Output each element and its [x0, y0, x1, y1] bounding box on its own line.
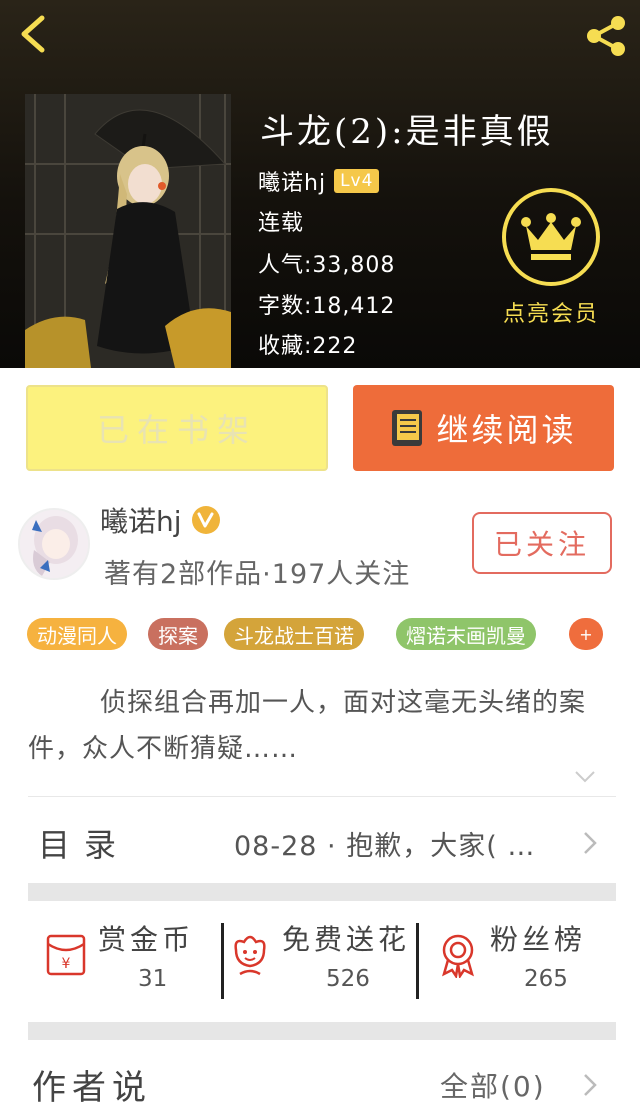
stat-separator	[221, 923, 224, 999]
tag-item[interactable]: 探案	[148, 618, 208, 650]
reward-coins-button[interactable]: ¥ 赏金币 31	[42, 918, 212, 1008]
book-header: 斗龙(2):是非真假 曦诺hj Lv4 连载 人气:33,808 字数:18,4…	[0, 0, 640, 368]
author-name[interactable]: 曦诺hj	[100, 500, 222, 540]
book-author[interactable]: 曦诺hj Lv4	[258, 165, 380, 197]
continue-reading-label: 继续阅读	[436, 411, 577, 449]
chevron-right-icon[interactable]	[582, 830, 598, 856]
more-tags-button[interactable]: +	[569, 618, 603, 650]
book-popularity: 人气:33,808	[258, 253, 396, 278]
latest-chapter[interactable]: 08-28 · 抱歉，大家( …	[234, 824, 535, 863]
book-description: 侦探组合再加一人，面对这毫无头绪的案件，众人不断猜疑……	[28, 680, 618, 772]
red-envelope-icon: ¥	[46, 934, 86, 976]
vip-label: 点亮会员	[502, 302, 599, 327]
author-say-label: 作者说	[32, 1068, 152, 1106]
book-word-count: 字数:18,412	[258, 294, 396, 319]
on-shelf-button[interactable]: 已在书架	[26, 385, 328, 471]
stat-separator	[416, 923, 419, 999]
stat-value: 31	[138, 966, 168, 992]
book-cover-image[interactable]	[25, 94, 231, 368]
author-level-badge: Lv4	[334, 169, 380, 193]
back-arrow-icon[interactable]	[14, 12, 58, 56]
crown-icon	[502, 188, 600, 286]
book-favorites: 收藏:222	[258, 334, 358, 359]
book-author-name: 曦诺hj	[258, 171, 327, 196]
flower-icon	[234, 935, 266, 976]
stat-label: 赏金币	[98, 923, 195, 956]
author-name-text: 曦诺hj	[100, 505, 182, 538]
author-info: 著有2部作品·197人关注	[104, 559, 411, 590]
stat-label: 粉丝榜	[490, 923, 587, 956]
book-icon	[392, 410, 423, 446]
book-status: 连载	[258, 211, 305, 236]
send-flowers-button[interactable]: 免费送花 526	[226, 918, 416, 1008]
stat-label: 免费送花	[282, 923, 411, 956]
divider	[28, 796, 616, 797]
book-title: 斗龙(2):是非真假	[260, 112, 554, 152]
toc-label[interactable]: 目录	[38, 820, 130, 866]
expand-chevron-icon[interactable]	[574, 770, 596, 784]
author-avatar[interactable]	[18, 508, 90, 580]
followed-button[interactable]: 已关注	[472, 512, 612, 574]
author-say-all-link[interactable]: 全部(0)	[440, 1065, 546, 1105]
verified-badge-icon	[191, 506, 220, 534]
badge-icon	[442, 934, 474, 978]
tag-item[interactable]: 动漫同人	[27, 618, 127, 650]
continue-reading-button[interactable]: 继续阅读	[353, 385, 614, 471]
tag-item[interactable]: 熠诺末画凯曼	[396, 618, 536, 650]
svg-text:¥: ¥	[62, 956, 71, 972]
chevron-right-icon[interactable]	[582, 1072, 598, 1098]
fan-ranking-button[interactable]: 粉丝榜 265	[434, 918, 614, 1008]
stat-value: 265	[524, 966, 568, 992]
section-gap	[28, 883, 616, 901]
vip-button[interactable]: 点亮会员	[495, 188, 607, 328]
description-text: 侦探组合再加一人，面对这毫无头绪的案件，众人不断猜疑……	[28, 688, 587, 764]
section-gap	[28, 1022, 616, 1040]
book-detail-card: 已在书架 继续阅读 曦诺hj 著有2部作品·197人关注 已关注 动漫同人 探案	[0, 368, 640, 1106]
tag-item[interactable]: 斗龙战士百诺	[224, 618, 364, 650]
share-icon[interactable]	[582, 12, 630, 60]
stat-value: 526	[326, 966, 370, 992]
